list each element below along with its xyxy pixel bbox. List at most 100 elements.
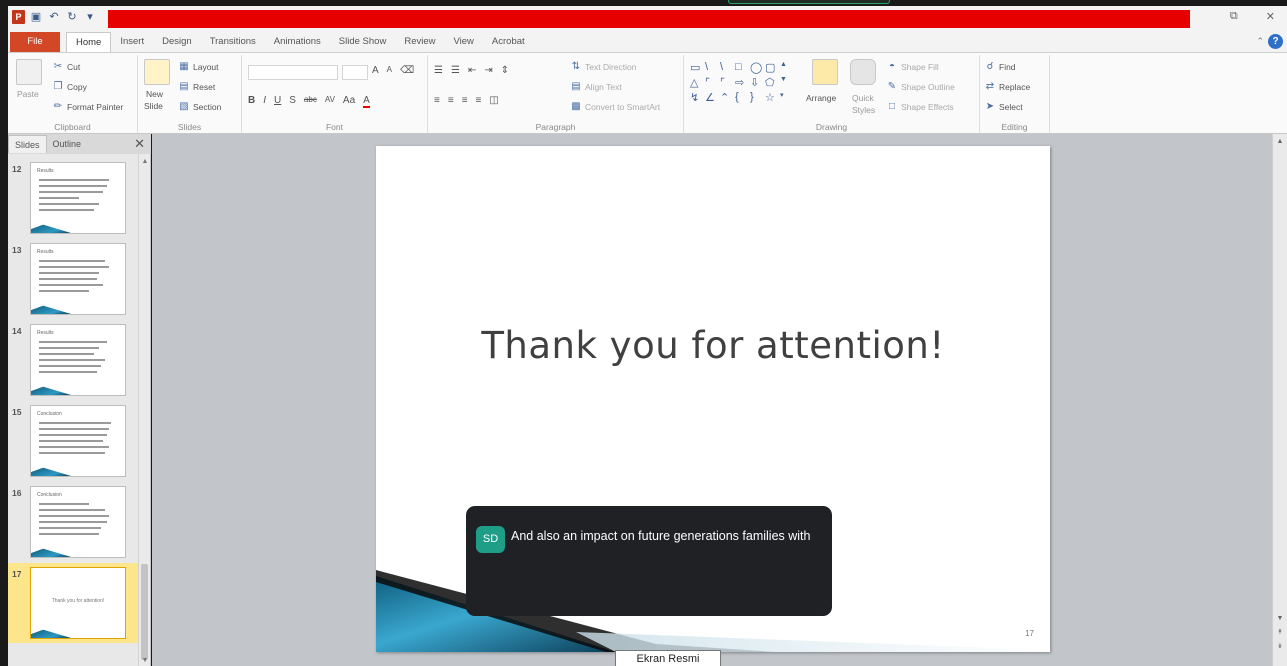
panel-scrollbar[interactable]: ▲ ▼: [138, 154, 150, 666]
layout-button[interactable]: ▦ Layout: [178, 61, 218, 73]
shadow-button[interactable]: S: [289, 95, 296, 108]
align-text-button[interactable]: ▤ Align Text: [570, 81, 621, 93]
line-shape-icon[interactable]: \: [705, 61, 719, 75]
shape-outline-button[interactable]: ✎ Shape Outline: [886, 81, 955, 93]
reset-button[interactable]: ▤ Reset: [178, 81, 215, 93]
tab-outline[interactable]: Outline: [47, 135, 88, 153]
quick-styles-button-line2[interactable]: Styles: [852, 105, 875, 115]
clear-format-icon[interactable]: ⌫: [400, 65, 414, 76]
help-icon[interactable]: ?: [1268, 34, 1283, 49]
grow-font-button[interactable]: A: [372, 65, 379, 76]
scroll-down-icon[interactable]: ▼: [780, 76, 794, 90]
convert-smartart-button[interactable]: ▩ Convert to SmartArt: [570, 101, 660, 113]
slide-thumbnail-row[interactable]: 17 Thank you for attention!: [8, 563, 139, 643]
quick-styles-button[interactable]: Quick: [852, 93, 874, 103]
tab-home[interactable]: Home: [66, 32, 112, 52]
paste-button[interactable]: Paste: [17, 89, 39, 99]
slide-thumbnail-row[interactable]: 14 Results: [8, 320, 139, 400]
copy-button[interactable]: ❐ Copy: [52, 81, 87, 93]
tab-file[interactable]: File: [10, 32, 60, 52]
align-left-icon[interactable]: ≡: [434, 95, 440, 106]
arrange-icon[interactable]: [812, 59, 838, 85]
scroll-up-icon[interactable]: ▲: [780, 61, 794, 75]
star-shape-icon[interactable]: ☆: [765, 91, 779, 105]
section-button[interactable]: ▧ Section: [178, 101, 221, 113]
italic-button[interactable]: I: [263, 95, 266, 108]
brace-left-shape-icon[interactable]: {: [735, 91, 749, 105]
scroll-up-arrow-icon[interactable]: ▲: [139, 158, 151, 165]
new-slide-icon[interactable]: [144, 59, 170, 85]
close-panel-icon[interactable]: ✕: [134, 136, 145, 152]
change-case-button[interactable]: Aa: [343, 95, 355, 108]
rect-shape-icon[interactable]: □: [735, 61, 749, 75]
cut-button[interactable]: ✂ Cut: [52, 61, 80, 73]
tab-review[interactable]: Review: [395, 32, 444, 52]
elbow-shape-icon[interactable]: ⌜: [720, 76, 734, 90]
select-button[interactable]: ➤ Select: [984, 101, 1023, 113]
font-family-combo[interactable]: [248, 65, 338, 80]
justify-icon[interactable]: ≡: [476, 95, 482, 106]
curve-shape-icon[interactable]: ↯: [690, 91, 704, 105]
tab-slides[interactable]: Slides: [8, 135, 47, 153]
char-spacing-button[interactable]: AV: [325, 95, 335, 108]
save-icon[interactable]: ▣: [29, 10, 43, 24]
redo-icon[interactable]: ↻: [65, 10, 79, 24]
connector-shape-icon[interactable]: ⌜: [705, 76, 719, 90]
slide-thumbnail[interactable]: Results: [30, 162, 126, 234]
editor-scroll-up-icon[interactable]: ▲: [1273, 138, 1287, 145]
slide-title[interactable]: Thank you for attention!: [376, 324, 1050, 367]
rounded-rect-shape-icon[interactable]: ▢: [765, 61, 779, 75]
powerpoint-logo-icon[interactable]: P: [12, 10, 25, 24]
tab-transitions[interactable]: Transitions: [201, 32, 265, 52]
caret-shape-icon[interactable]: ⌃: [720, 91, 734, 105]
panel-scroll-thumb[interactable]: [141, 564, 148, 660]
shrink-font-button[interactable]: A: [387, 65, 392, 76]
slide-thumbnail-row[interactable]: 15 Conclusion: [8, 401, 139, 481]
slide-thumbnail[interactable]: Conclusion: [30, 486, 126, 558]
decrease-indent-icon[interactable]: ⇤: [468, 65, 476, 76]
tab-view[interactable]: View: [444, 32, 482, 52]
scroll-down-arrow-icon[interactable]: ▼: [139, 657, 151, 664]
close-icon[interactable]: ✕: [1266, 10, 1275, 23]
restore-icon[interactable]: ⧉: [1230, 10, 1238, 23]
line2-shape-icon[interactable]: \: [720, 61, 734, 75]
slide-thumbnail[interactable]: Results: [30, 324, 126, 396]
tab-animations[interactable]: Animations: [265, 32, 330, 52]
strikethrough-button[interactable]: abc: [304, 95, 317, 108]
tab-acrobat[interactable]: Acrobat: [483, 32, 534, 52]
triangle-shape-icon[interactable]: △: [690, 76, 704, 90]
paste-icon[interactable]: [16, 59, 42, 85]
arrange-button[interactable]: Arrange: [806, 93, 836, 103]
screen-share-indicator[interactable]: [728, 0, 890, 4]
editor-scrollbar[interactable]: ▲ ▼ ↟ ↡: [1272, 134, 1287, 666]
numbering-icon[interactable]: ☰: [451, 65, 460, 76]
text-direction-button[interactable]: ⇅ Text Direction: [570, 61, 637, 73]
next-slide-icon[interactable]: ↡: [1273, 642, 1287, 650]
editor-scroll-down-icon[interactable]: ▼: [1273, 615, 1287, 622]
underline-button[interactable]: U: [274, 95, 281, 108]
tab-design[interactable]: Design: [153, 32, 201, 52]
align-right-icon[interactable]: ≡: [462, 95, 468, 106]
bullets-icon[interactable]: ☰: [434, 65, 443, 76]
format-painter-button[interactable]: ✏ Format Painter: [52, 101, 123, 113]
increase-indent-icon[interactable]: ⇥: [484, 65, 492, 76]
shape-fill-button[interactable]: ◓ Shape Fill: [886, 61, 939, 73]
slide-thumbnail-row[interactable]: 13 Results: [8, 239, 139, 319]
replace-button[interactable]: ⇄ Replace: [984, 81, 1030, 93]
slide-thumbnail-row[interactable]: 12 Results: [8, 158, 139, 238]
arrow-down-shape-icon[interactable]: ⇩: [750, 76, 764, 90]
bold-button[interactable]: B: [248, 95, 255, 108]
new-slide-button-line2[interactable]: Slide: [144, 101, 163, 111]
slide-thumbnail-row[interactable]: 16 Conclusion: [8, 482, 139, 562]
slide-thumbnail[interactable]: Results: [30, 243, 126, 315]
oval-shape-icon[interactable]: ◯: [750, 61, 764, 75]
tab-insert[interactable]: Insert: [111, 32, 153, 52]
new-slide-button[interactable]: New: [146, 89, 163, 99]
shapes-gallery[interactable]: ▭ \ \ □ ◯ ▢ ▲ △ ⌜ ⌜ ⇨ ⇩ ⬠ ▼ ↯ ∠ ⌃ { } ☆ …: [690, 61, 798, 107]
shape-effects-button[interactable]: □ Shape Effects: [886, 101, 954, 113]
brace-right-shape-icon[interactable]: }: [750, 91, 764, 105]
customize-icon[interactable]: ▾: [83, 10, 97, 24]
find-button[interactable]: ☌ Find: [984, 61, 1016, 73]
font-color-button[interactable]: A: [363, 95, 370, 108]
prev-slide-icon[interactable]: ↟: [1273, 628, 1287, 636]
